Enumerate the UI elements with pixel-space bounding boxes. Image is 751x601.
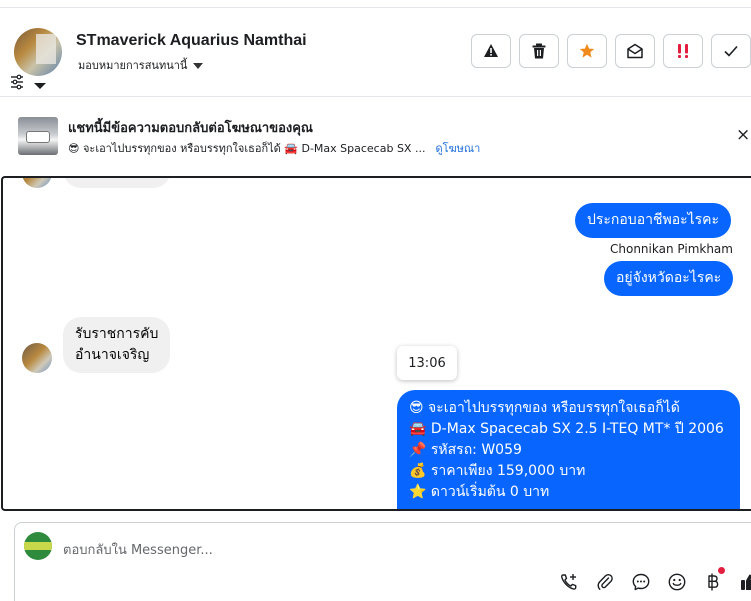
close-icon[interactable]: ×: [736, 127, 750, 144]
message-bubble-outgoing: อยู่จังหวัดอะไรคะ: [604, 261, 734, 296]
ad-thumbnail[interactable]: [18, 117, 58, 155]
message-bubble-incoming: รับราชการคับ อำนาจเจริญ: [63, 317, 171, 373]
ad-banner-snippet: 😎 จะเอาไปบรรทุกของ หรือบรรทุกใจเธอก็ได้ …: [68, 142, 426, 155]
chevron-down-icon: [193, 63, 204, 69]
ad-banner-title: แชทนี้มีข้อความตอบกลับต่อโฆษณาของคุณ: [68, 121, 313, 136]
message-line: อำนาจเจริญ: [75, 347, 150, 363]
message-sender-name: Chonnikan Pimkham: [610, 242, 733, 256]
message-thread[interactable]: ประกอบอาชีพอะไรคะ Chonnikan Pimkham อยู่…: [1, 176, 751, 511]
notification-dot: [718, 567, 725, 574]
contact-avatar[interactable]: [14, 28, 62, 76]
reply-composer: ตอบกลับใน Messenger...: [14, 522, 751, 601]
filter-dropdown[interactable]: [10, 74, 50, 90]
double-exclamation-icon: [678, 44, 688, 58]
page-avatar: [24, 532, 52, 560]
contact-message-avatar: [22, 178, 52, 188]
reply-input[interactable]: ตอบกลับใน Messenger...: [63, 539, 213, 560]
message-line: 💰 ราคาเพียง 159,000 บาท: [409, 463, 586, 479]
contact-message-avatar: [22, 343, 52, 373]
assign-label: มอบหมายการสนทนานี้: [78, 59, 188, 72]
checkmark-icon: [724, 45, 738, 57]
envelope-open-icon: [627, 43, 643, 59]
mark-unread-button[interactable]: [615, 34, 655, 68]
contact-name: STmaverick Aquarius Namthai: [76, 32, 307, 49]
sliders-icon: [11, 74, 46, 90]
baht-payment-icon[interactable]: [702, 571, 724, 593]
message-line: ⭐ ดาวน์เริ่มต้น 0 บาท: [409, 484, 550, 500]
timestamp-tooltip: 13:06: [397, 346, 457, 380]
attachment-icon[interactable]: [594, 571, 616, 593]
star-button[interactable]: [567, 34, 607, 68]
call-add-icon[interactable]: [558, 571, 580, 593]
emoji-icon[interactable]: [666, 571, 688, 593]
delete-button[interactable]: [519, 34, 559, 68]
like-icon[interactable]: [738, 571, 751, 593]
message-bubble-partial: [63, 178, 171, 188]
star-icon: [579, 43, 595, 58]
chat-bubble-icon[interactable]: [630, 571, 652, 593]
trash-icon: [532, 43, 546, 59]
message-bubble-ad-details: 😎 จะเอาไปบรรทุกของ หรือบรรทุกใจเธอก็ได้ …: [397, 390, 740, 509]
message-bubble-outgoing: ประกอบอาชีพอะไรคะ: [575, 203, 732, 238]
assign-conversation-dropdown[interactable]: มอบหมายการสนทนานี้: [78, 56, 204, 74]
message-line: 😎 จะเอาไปบรรทุกของ หรือบรรทุกใจเธอก็ได้: [409, 400, 680, 416]
mark-done-button[interactable]: [711, 34, 751, 68]
message-line: รับราชการคับ: [75, 326, 159, 342]
view-ad-link[interactable]: ดูโฆษณา: [435, 142, 480, 155]
message-line: 🚘 D-Max Spacecab SX 2.5 I-TEQ MT* ปี 200…: [409, 421, 724, 437]
ad-reply-banner: แชทนี้มีข้อความตอบกลับต่อโฆษณาของคุณ 😎 จ…: [0, 97, 751, 175]
warning-icon: [484, 44, 498, 57]
spam-button[interactable]: [471, 34, 511, 68]
follow-up-button[interactable]: [663, 34, 703, 68]
message-line: 📌 รหัสรถ: W059: [409, 442, 522, 458]
ad-banner-subtitle: 😎 จะเอาไปบรรทุกของ หรือบรรทุกใจเธอก็ได้ …: [68, 139, 480, 157]
conversation-header: STmaverick Aquarius Namthai มอบหมายการสน…: [0, 8, 751, 96]
